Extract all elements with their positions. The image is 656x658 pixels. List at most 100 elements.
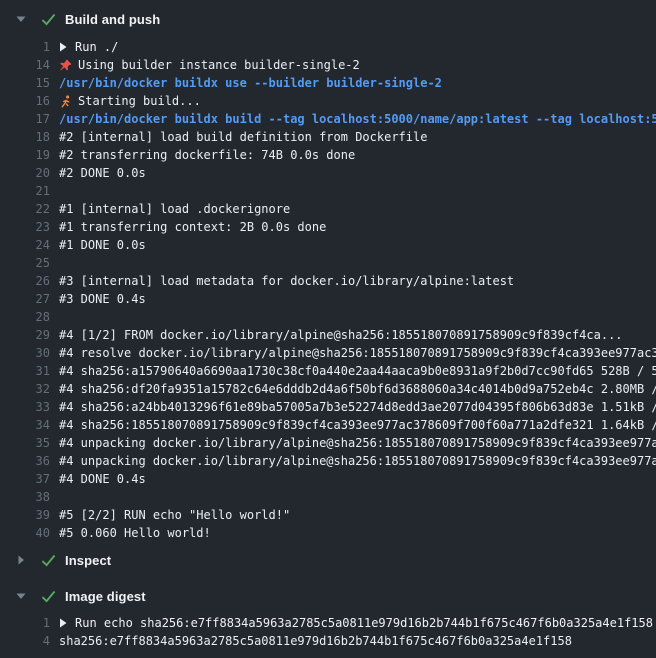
- line-number[interactable]: 34: [0, 416, 50, 434]
- pushpin-icon: [59, 59, 72, 72]
- line-content: sha256:e7ff8834a5963a2785c5a0811e979d16b…: [50, 632, 656, 650]
- line-content: #4 unpacking docker.io/library/alpine@sh…: [50, 452, 656, 470]
- section-log-lines: 1 Run echo sha256:e7ff8834a5963a2785c5a0…: [0, 614, 656, 650]
- section-header[interactable]: Image digest: [0, 578, 656, 614]
- line-number[interactable]: 24: [0, 236, 50, 254]
- line-content: Starting build...: [50, 92, 656, 110]
- line-number[interactable]: 22: [0, 200, 50, 218]
- chevron-down-icon[interactable]: [16, 593, 26, 600]
- actions-log-viewer: Build and push 1 Run ./ 14 Using builder…: [0, 0, 656, 658]
- line-content: #4 sha256:a15790640a6690aa1730c38cf0a440…: [50, 362, 656, 380]
- line-number[interactable]: 1: [0, 614, 50, 632]
- runner-icon: [59, 95, 72, 108]
- line-text: Run ./: [75, 38, 118, 56]
- line-content: #5 0.060 Hello world!: [50, 524, 656, 542]
- line-number[interactable]: 17: [0, 110, 50, 128]
- log-line: 15 /usr/bin/docker buildx use --builder …: [0, 74, 656, 92]
- line-number[interactable]: 21: [0, 182, 50, 200]
- success-check-icon: [41, 554, 56, 567]
- line-number[interactable]: 15: [0, 74, 50, 92]
- line-number[interactable]: 30: [0, 344, 50, 362]
- line-number[interactable]: 1: [0, 38, 50, 56]
- line-text: Starting build...: [78, 92, 201, 110]
- line-number[interactable]: 26: [0, 272, 50, 290]
- line-number[interactable]: 38: [0, 488, 50, 506]
- line-number[interactable]: 37: [0, 470, 50, 488]
- log-line: 40 #5 0.060 Hello world!: [0, 524, 656, 542]
- section-header[interactable]: Inspect: [0, 542, 656, 578]
- log-line: 20 #2 DONE 0.0s: [0, 164, 656, 182]
- line-text: sha256:e7ff8834a5963a2785c5a0811e979d16b…: [59, 632, 572, 650]
- log-line: 37 #4 DONE 0.4s: [0, 470, 656, 488]
- line-text: #4 sha256:df20fa9351a15782c64e6dddb2d4a6…: [59, 380, 656, 398]
- line-number[interactable]: 18: [0, 128, 50, 146]
- line-number[interactable]: 16: [0, 92, 50, 110]
- log-line: 33 #4 sha256:a24bb4013296f61e89ba57005a7…: [0, 398, 656, 416]
- line-text: #1 DONE 0.0s: [59, 236, 146, 254]
- line-number[interactable]: 20: [0, 164, 50, 182]
- log-section-build-and-push: Build and push 1 Run ./ 14 Using builder…: [0, 0, 656, 542]
- log-line: 29 #4 [1/2] FROM docker.io/library/alpin…: [0, 326, 656, 344]
- log-line: 21: [0, 182, 656, 200]
- line-number[interactable]: 40: [0, 524, 50, 542]
- line-content: [50, 308, 656, 326]
- line-number[interactable]: 19: [0, 146, 50, 164]
- line-number[interactable]: 27: [0, 290, 50, 308]
- log-line: 36 #4 unpacking docker.io/library/alpine…: [0, 452, 656, 470]
- log-line: 18 #2 [internal] load build definition f…: [0, 128, 656, 146]
- log-line: 26 #3 [internal] load metadata for docke…: [0, 272, 656, 290]
- log-line: 1 Run echo sha256:e7ff8834a5963a2785c5a0…: [0, 614, 656, 632]
- line-text: #5 [2/2] RUN echo "Hello world!": [59, 506, 290, 524]
- log-line: 30 #4 resolve docker.io/library/alpine@s…: [0, 344, 656, 362]
- line-text: #4 unpacking docker.io/library/alpine@sh…: [59, 452, 656, 470]
- chevron-right-icon[interactable]: [16, 555, 26, 565]
- line-content: Run ./: [50, 38, 656, 56]
- log-line: 25: [0, 254, 656, 272]
- line-number[interactable]: 28: [0, 308, 50, 326]
- log-section-image-digest: Image digest 1 Run echo sha256:e7ff8834a…: [0, 578, 656, 650]
- line-number[interactable]: 14: [0, 56, 50, 74]
- line-text: #4 sha256:a15790640a6690aa1730c38cf0a440…: [59, 362, 656, 380]
- line-content: #4 unpacking docker.io/library/alpine@sh…: [50, 434, 656, 452]
- expand-log-group-icon[interactable]: [59, 618, 67, 628]
- line-text: #1 [internal] load .dockerignore: [59, 200, 290, 218]
- line-number[interactable]: 39: [0, 506, 50, 524]
- line-text: /usr/bin/docker buildx use --builder bui…: [59, 74, 442, 92]
- line-content: [50, 488, 656, 506]
- line-text: #2 [internal] load build definition from…: [59, 128, 427, 146]
- line-number[interactable]: 36: [0, 452, 50, 470]
- section-header[interactable]: Build and push: [0, 0, 656, 38]
- log-line: 38: [0, 488, 656, 506]
- line-text: #3 DONE 0.4s: [59, 290, 146, 308]
- line-number[interactable]: 33: [0, 398, 50, 416]
- line-content: #3 [internal] load metadata for docker.i…: [50, 272, 656, 290]
- line-content: #4 sha256:df20fa9351a15782c64e6dddb2d4a6…: [50, 380, 656, 398]
- line-content: #4 DONE 0.4s: [50, 470, 656, 488]
- line-text: #2 transferring dockerfile: 74B 0.0s don…: [59, 146, 355, 164]
- log-line: 34 #4 sha256:185518070891758909c9f839cf4…: [0, 416, 656, 434]
- success-check-icon: [41, 13, 56, 26]
- log-line: 22 #1 [internal] load .dockerignore: [0, 200, 656, 218]
- log-line: 23 #1 transferring context: 2B 0.0s done: [0, 218, 656, 236]
- expand-log-group-icon[interactable]: [59, 42, 67, 52]
- line-number[interactable]: 29: [0, 326, 50, 344]
- log-line: 1 Run ./: [0, 38, 656, 56]
- line-number[interactable]: 35: [0, 434, 50, 452]
- log-line: 28: [0, 308, 656, 326]
- line-content: #4 resolve docker.io/library/alpine@sha2…: [50, 344, 656, 362]
- line-text: #4 DONE 0.4s: [59, 470, 146, 488]
- line-content: #4 sha256:a24bb4013296f61e89ba57005a7b3e…: [50, 398, 656, 416]
- line-number[interactable]: 25: [0, 254, 50, 272]
- line-text: #1 transferring context: 2B 0.0s done: [59, 218, 326, 236]
- chevron-down-icon[interactable]: [16, 16, 26, 23]
- line-text: #2 DONE 0.0s: [59, 164, 146, 182]
- line-number[interactable]: 23: [0, 218, 50, 236]
- line-content: #2 DONE 0.0s: [50, 164, 656, 182]
- line-number[interactable]: 32: [0, 380, 50, 398]
- line-content: #2 transferring dockerfile: 74B 0.0s don…: [50, 146, 656, 164]
- line-content: #1 transferring context: 2B 0.0s done: [50, 218, 656, 236]
- line-number[interactable]: 4: [0, 632, 50, 650]
- section-log-lines: 1 Run ./ 14 Using builder instance build…: [0, 38, 656, 542]
- line-number[interactable]: 31: [0, 362, 50, 380]
- line-content: #1 DONE 0.0s: [50, 236, 656, 254]
